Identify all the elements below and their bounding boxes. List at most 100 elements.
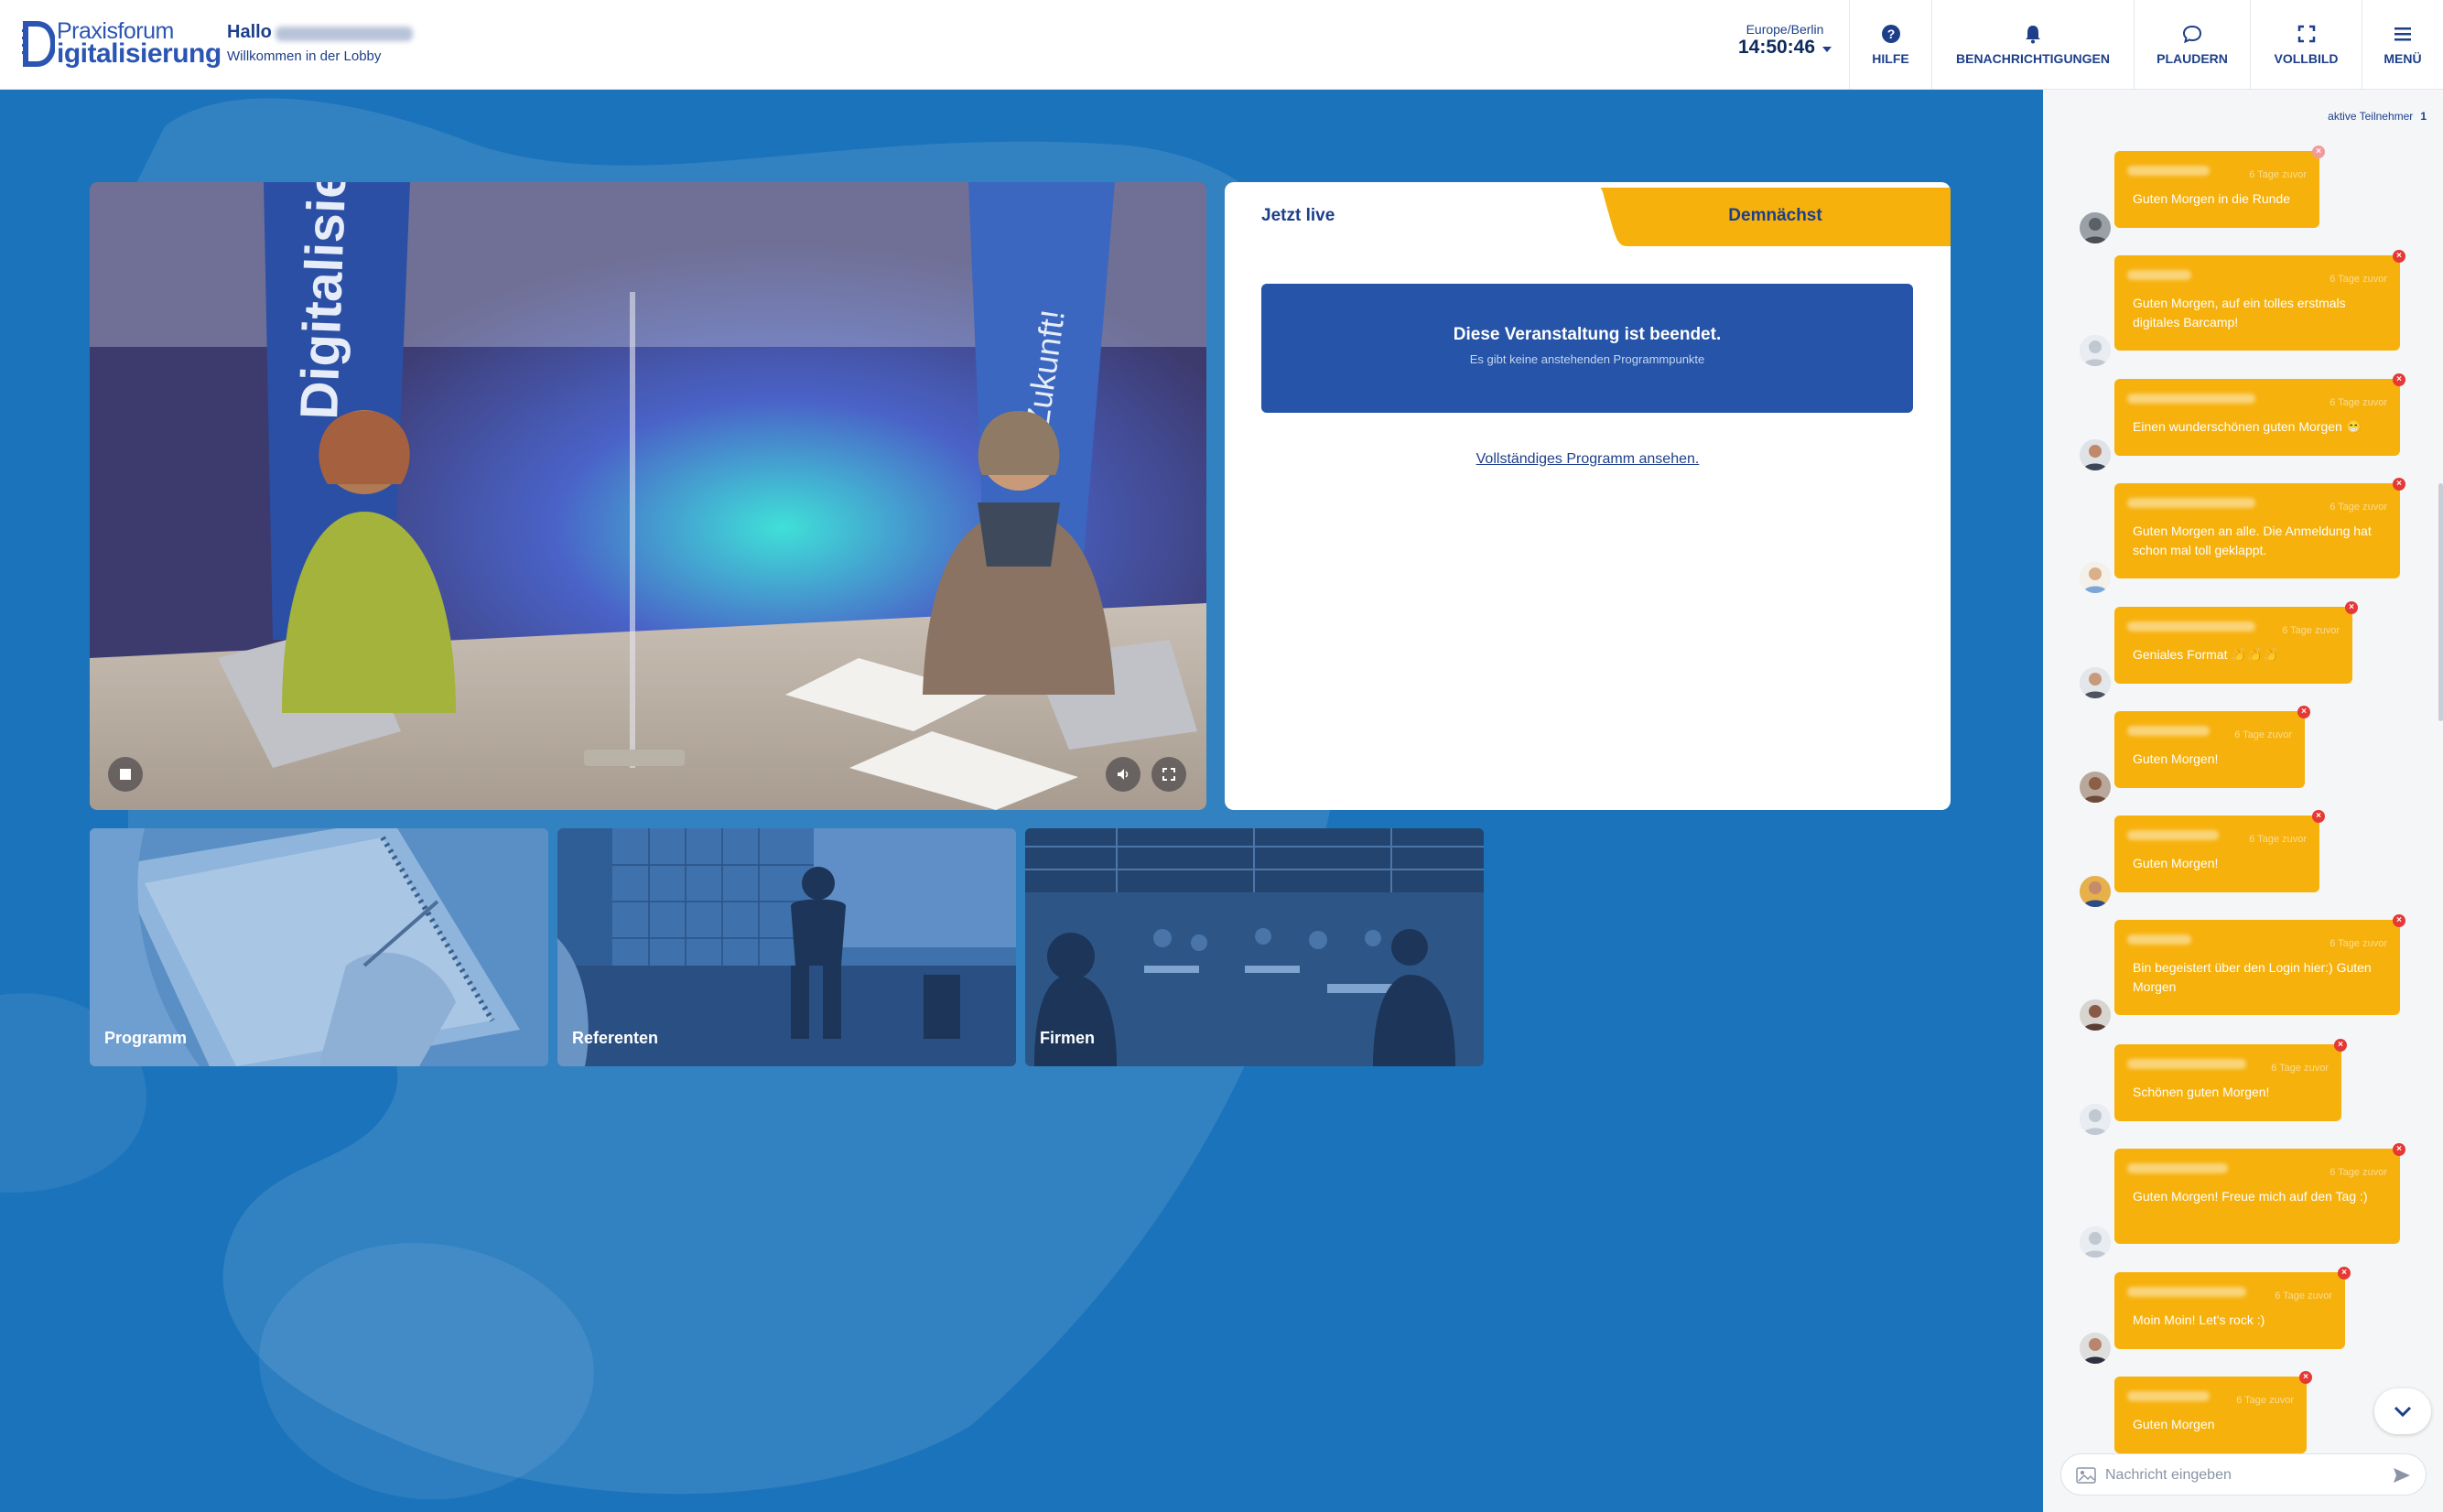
avatar-photo <box>2080 876 2111 907</box>
video-stop-button[interactable] <box>108 757 143 792</box>
tile-firmen-label: Firmen <box>1040 1029 1096 1047</box>
nav-fullscreen-label: VOLLBILD <box>2274 51 2339 66</box>
top-header: Praxisforum igitalisierung Hallo Willkom… <box>0 0 2443 90</box>
chevron-down-icon <box>1822 46 1832 52</box>
nav-notifications-label: BENACHRICHTIGUNGEN <box>1956 51 2110 66</box>
nav-menu-button[interactable]: MENÜ <box>2362 0 2443 90</box>
message-author-blurred <box>2127 394 2255 404</box>
message-time: 6 Tage zuvor <box>2329 502 2387 513</box>
avatar <box>2080 562 2111 593</box>
video-fullscreen-button[interactable] <box>1151 757 1186 792</box>
chat-message: 6 Tage zuvor Moin Moin! Let's rock :) × <box>2114 1267 2351 1349</box>
send-icon[interactable] <box>2393 1467 2411 1484</box>
message-author-blurred <box>2127 270 2191 280</box>
delete-message-icon[interactable]: × <box>2393 914 2405 927</box>
message-time: 6 Tage zuvor <box>2329 274 2387 285</box>
avatar-photo <box>2080 667 2111 698</box>
video-volume-button[interactable] <box>1106 757 1140 792</box>
nav-chat-button[interactable]: PLAUDERN <box>2134 0 2250 90</box>
chat-message: 6 Tage zuvor Guten Morgen an alle. Die A… <box>2114 478 2405 578</box>
avatar-photo <box>2080 212 2111 243</box>
nav-notifications-button[interactable]: BENACHRICHTIGUNGEN <box>1931 0 2134 90</box>
scroll-to-latest-button[interactable] <box>2374 1388 2431 1434</box>
active-participants-label: aktive Teilnehmer <box>2328 110 2414 123</box>
hamburger-icon <box>2394 27 2411 41</box>
delete-message-icon[interactable]: × <box>2299 1371 2312 1384</box>
avatar <box>2080 335 2111 366</box>
praxisforum-logo[interactable]: Praxisforum igitalisierung <box>22 18 222 71</box>
avatar-placeholder <box>2080 1226 2111 1258</box>
nav-chat-label: PLAUDERN <box>2157 51 2228 66</box>
delete-message-icon[interactable]: × <box>2338 1267 2351 1280</box>
message-time: 6 Tage zuvor <box>2282 625 2340 636</box>
delete-message-icon[interactable]: × <box>2345 601 2358 614</box>
chat-message: 6 Tage zuvor Bin begeistert über den Log… <box>2114 914 2405 1015</box>
timezone-clock[interactable]: Europe/Berlin 14:50:46 <box>1721 22 1849 59</box>
live-panel: Jetzt live Demnächst Diese Veranstaltung… <box>1225 182 1951 810</box>
full-program-link[interactable]: Vollständiges Programm ansehen. <box>1225 451 1951 468</box>
delete-message-icon[interactable]: × <box>2334 1039 2347 1052</box>
image-upload-icon[interactable] <box>2076 1467 2096 1484</box>
delete-message-icon[interactable]: × <box>2393 250 2405 263</box>
delete-message-icon[interactable]: × <box>2393 1143 2405 1156</box>
message-text: Schönen guten Morgen! <box>2133 1085 2270 1099</box>
message-author-blurred <box>2127 1059 2246 1069</box>
delete-message-icon[interactable]: × <box>2297 706 2310 718</box>
delete-message-icon[interactable]: × <box>2312 810 2325 823</box>
message-time: 6 Tage zuvor <box>2236 1395 2294 1406</box>
tile-firmen[interactable]: Firmen <box>1025 828 1484 1066</box>
greeting: Hallo Willkommen in der Lobby <box>227 22 413 64</box>
message-text: Geniales Format 👏👏👏 <box>2133 647 2279 662</box>
chat-message: 6 Tage zuvor Guten Morgen! × <box>2114 706 2310 788</box>
chat-message: 6 Tage zuvor Guten Morgen, auf ein tolle… <box>2114 250 2405 351</box>
delete-message-icon[interactable]: × <box>2393 478 2405 491</box>
chat-message-input[interactable] <box>2105 1465 2380 1485</box>
delete-message-icon[interactable]: × <box>2312 146 2325 158</box>
message-time: 6 Tage zuvor <box>2249 169 2307 180</box>
chat-bubble-icon <box>2182 25 2202 44</box>
message-text: Guten Morgen! Freue mich auf den Tag :) <box>2133 1189 2368 1204</box>
message-author-blurred <box>2127 621 2255 632</box>
tile-referenten-label: Referenten <box>572 1029 659 1047</box>
avatar <box>2080 439 2111 470</box>
message-author-blurred <box>2127 830 2219 840</box>
chat-scrollbar[interactable] <box>2438 483 2443 721</box>
active-participants: aktive Teilnehmer 1 <box>2328 110 2427 123</box>
avatar <box>2080 1333 2111 1364</box>
fullscreen-icon <box>1162 768 1175 781</box>
tile-programm[interactable]: Programm <box>90 828 548 1066</box>
delete-message-icon[interactable]: × <box>2393 373 2405 386</box>
message-text: Guten Morgen <box>2133 1417 2215 1431</box>
nav-fullscreen-button[interactable]: VOLLBILD <box>2250 0 2362 90</box>
chat-message: 6 Tage zuvor Schönen guten Morgen! × <box>2114 1039 2347 1121</box>
tab-jetzt-live[interactable]: Jetzt live <box>1225 182 1609 246</box>
nav-help-button[interactable]: ? HILFE <box>1849 0 1931 90</box>
message-text: Guten Morgen in die Runde <box>2133 191 2290 206</box>
volume-icon <box>1118 769 1129 780</box>
tab-demnaechst[interactable]: Demnächst <box>1600 188 1951 246</box>
logo-line-2: igitalisierung <box>57 38 222 69</box>
tile-referenten[interactable]: Referenten <box>557 828 1016 1066</box>
message-author-blurred <box>2127 726 2210 736</box>
avatar-photo <box>2080 1333 2111 1364</box>
user-name-blurred <box>275 26 413 41</box>
message-text: Guten Morgen! <box>2133 856 2219 870</box>
message-time: 6 Tage zuvor <box>2249 834 2307 845</box>
fullscreen-icon <box>2297 25 2315 43</box>
message-time: 6 Tage zuvor <box>2234 729 2292 740</box>
avatar-placeholder <box>2080 1104 2111 1135</box>
live-video-player[interactable]: Digitalisierung en Zukunft! <box>90 182 1206 810</box>
logo-d-mark <box>22 21 55 67</box>
chat-message: 6 Tage zuvor Guten Morgen in die Runde × <box>2114 146 2325 228</box>
chat-composer <box>2060 1453 2427 1496</box>
svg-text:?: ? <box>1886 27 1895 41</box>
message-time: 6 Tage zuvor <box>2275 1291 2332 1301</box>
message-text: Moin Moin! Let's rock :) <box>2133 1312 2265 1327</box>
event-ended-banner: Diese Veranstaltung ist beendet. Es gibt… <box>1261 284 1913 413</box>
avatar <box>2080 876 2111 907</box>
chevron-down-icon <box>2394 1406 2412 1417</box>
message-time: 6 Tage zuvor <box>2329 1167 2387 1178</box>
message-author-blurred <box>2127 1391 2210 1401</box>
nav-help-label: HILFE <box>1872 51 1909 66</box>
avatar-photo <box>2080 562 2111 593</box>
